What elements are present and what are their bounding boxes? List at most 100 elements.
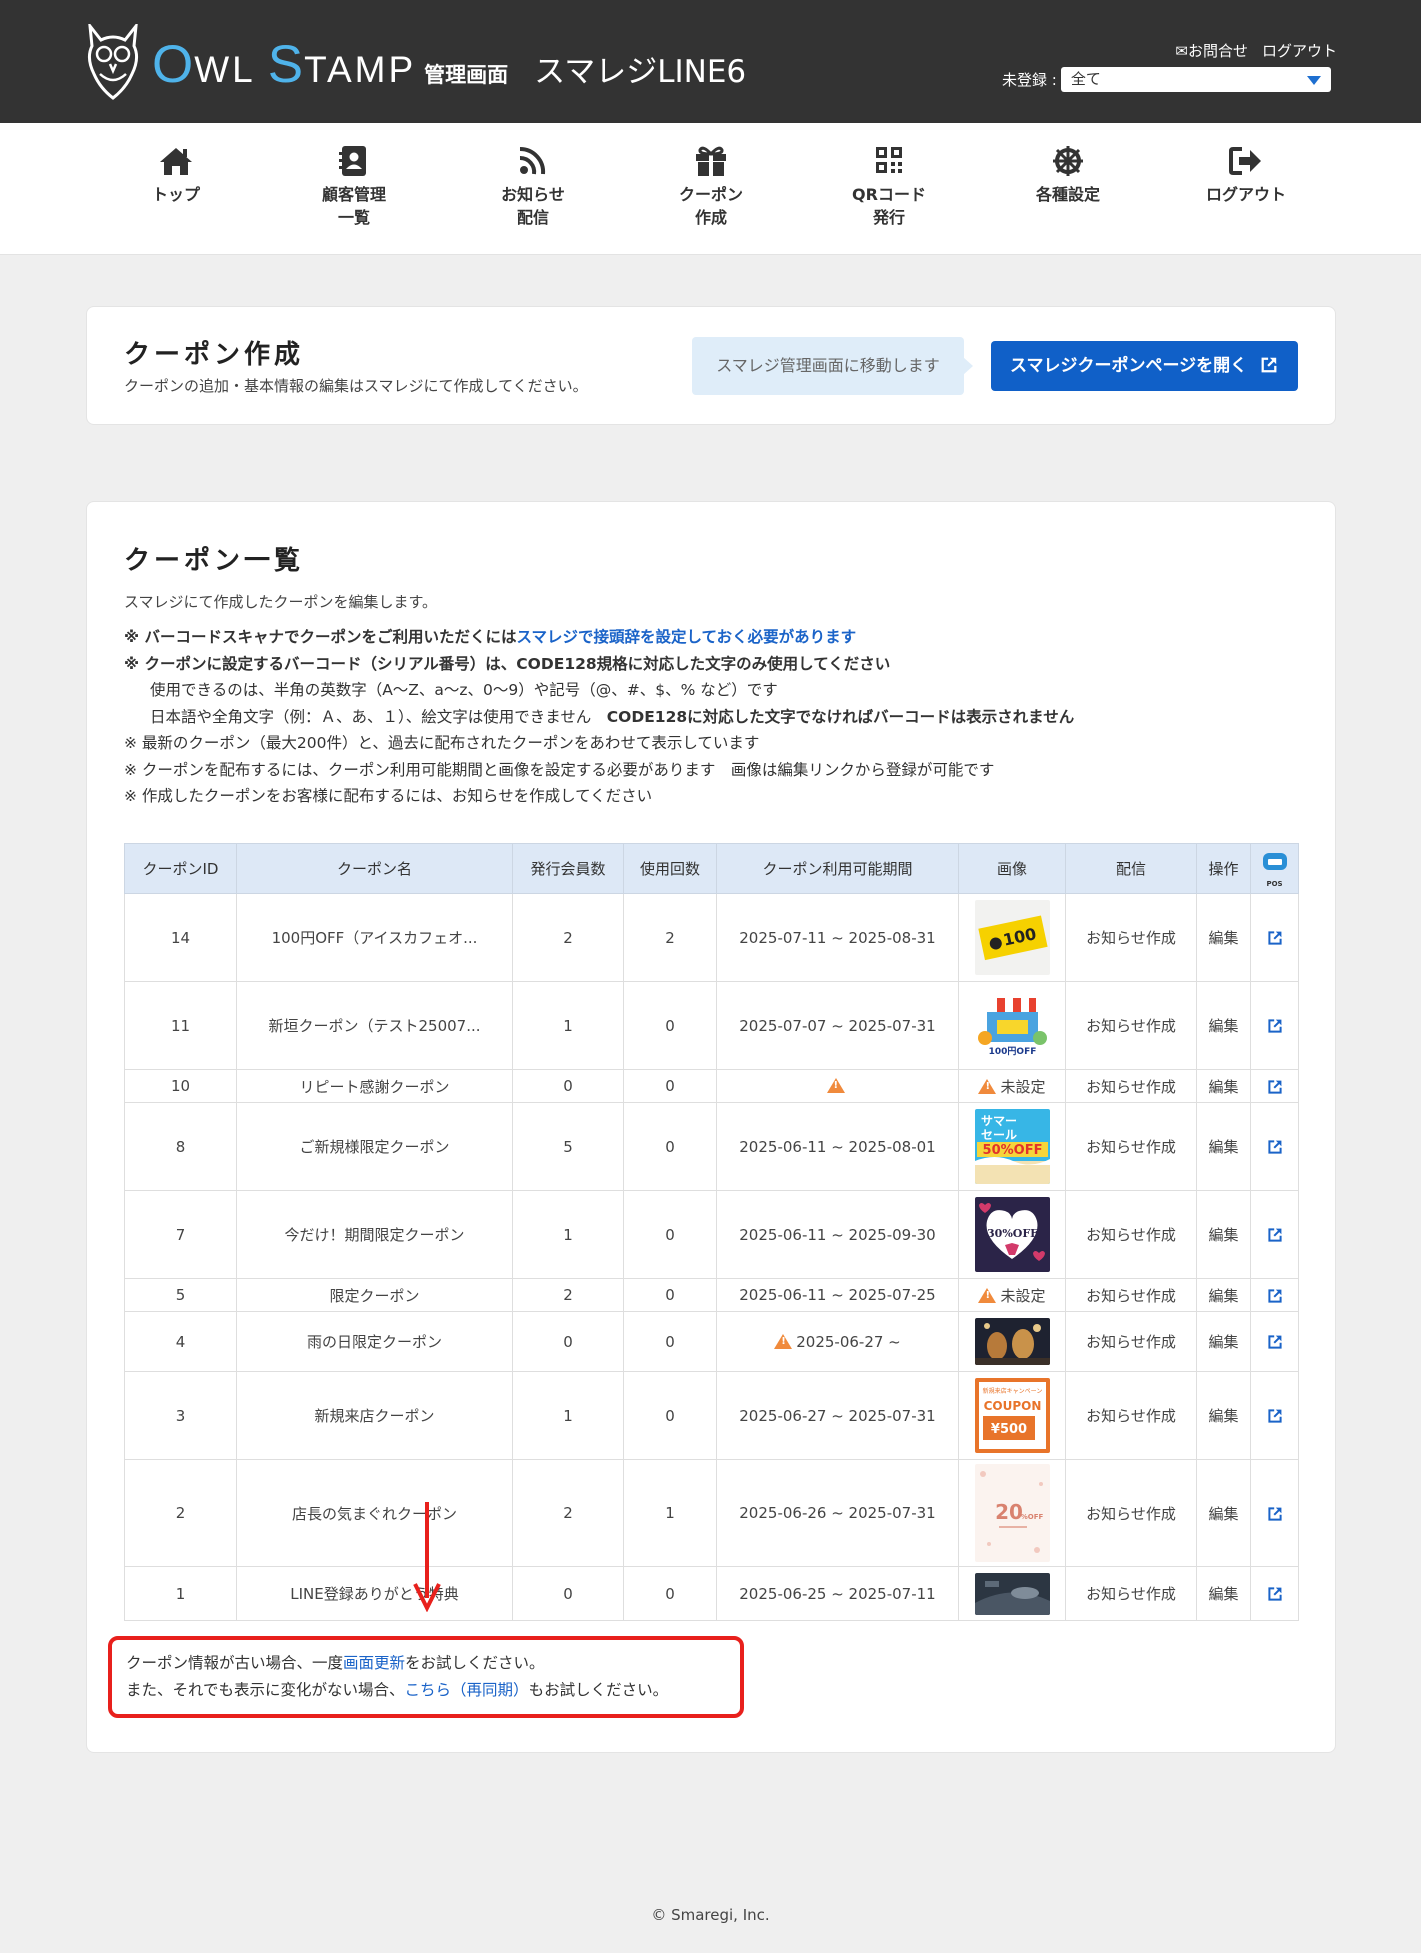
pos-register-icon [1262,853,1287,870]
move-to-smaregi-tip: スマレジ管理画面に移動します [692,337,973,395]
svg-text:50%OFF: 50%OFF [982,1143,1042,1158]
note-line: 日本語や全角文字（例：Ａ、あ、１）、絵文字は使用できません CODE128に対応… [150,707,1075,726]
external-link-icon[interactable] [1267,1227,1283,1243]
external-link-icon[interactable] [1267,1018,1283,1034]
coupon-image-thumbnail[interactable]: 100 [974,900,1050,975]
qr-code-icon [876,147,902,173]
svg-text:100円OFF: 100円OFF [988,1046,1036,1057]
note-line: ※ 最新のクーポン（最大200件）と、過去に配布されたクーポンをあわせて表示して… [124,734,760,752]
create-news-link-disabled: お知らせ作成 [1065,1069,1197,1103]
edit-link[interactable]: 編集 [1196,1311,1251,1372]
image-unset-label: 未設定 [1000,1286,1046,1305]
external-link-icon[interactable] [1267,1586,1283,1602]
table-header-row: クーポンID クーポン名 発行会員数 使用回数 クーポン利用可能期間 画像 配信… [124,843,1299,894]
edit-link[interactable]: 編集 [1196,981,1251,1070]
prefix-setting-link[interactable]: スマレジで接頭辞を設定しておく必要があります [516,628,856,646]
edit-link[interactable]: 編集 [1196,1566,1251,1621]
table-row: 14 100円OFF（アイスカフェオ... 2 2 2025-07-11 ~ 2… [124,893,1299,982]
col-coupon-id: クーポンID [124,843,237,894]
edit-link[interactable]: 編集 [1196,1459,1251,1567]
nav-item-news[interactable]: お知らせ 配信 [453,145,613,229]
table-row: 3 新規来店クーポン 1 0 2025-06-27 ~ 2025-07-31 新… [124,1371,1299,1460]
edit-link[interactable]: 編集 [1196,1190,1251,1279]
edit-link[interactable]: 編集 [1196,1371,1251,1460]
settings-wheel-icon [1053,146,1083,176]
svg-text:¥500: ¥500 [990,1422,1026,1437]
col-uses: 使用回数 [623,843,717,894]
edit-link[interactable]: 編集 [1196,1102,1251,1191]
external-link-icon [1261,357,1277,373]
nav-item-coupon[interactable]: クーポン 作成 [631,145,791,229]
coupon-image-thumbnail[interactable]: サマー セール 50%OFF [974,1109,1050,1184]
filter-label: 未登録 : [1002,71,1057,89]
owl-logo-icon [87,24,139,100]
coupon-image-thumbnail[interactable] [974,1318,1050,1365]
create-news-link[interactable]: お知らせ作成 [1065,981,1197,1070]
col-members: 発行会員数 [512,843,624,894]
coupon-list-title: クーポン一覧 [124,546,305,576]
nav-item-customers[interactable]: 顧客管理 一覧 [274,145,434,229]
create-news-link[interactable]: お知らせ作成 [1065,1459,1197,1567]
nav-item-qr[interactable]: QRコード 発行 [809,145,969,229]
create-news-link[interactable]: お知らせ作成 [1065,1566,1197,1621]
external-link-icon[interactable] [1267,1288,1283,1304]
note-line: ※ バーコードスキャナでクーポンをご利用いただくにはスマレジで接頭辞を設定してお… [124,628,857,646]
open-smaregi-coupon-button[interactable]: スマレジクーポンページを開く [991,341,1298,391]
table-row: 7 今だけ！期間限定クーポン 1 0 2025-06-11 ~ 2025-09-… [124,1190,1299,1279]
table-row: 5 限定クーポン 2 0 2025-06-11 ~ 2025-07-25 未設定… [124,1278,1299,1312]
external-link-icon[interactable] [1267,1334,1283,1350]
col-coupon-name: クーポン名 [236,843,513,894]
external-link-icon[interactable] [1267,930,1283,946]
nav-item-logout[interactable]: ログアウト [1166,145,1326,206]
top-logout-link[interactable]: ログアウト [1262,40,1337,61]
warning-icon [774,1333,793,1349]
table-row: 4 雨の日限定クーポン 0 0 2025-06-27 ~ お知らせ作成 編集 [124,1311,1299,1372]
col-image: 画像 [958,843,1066,894]
svg-text:COUPON: COUPON [983,1399,1041,1413]
col-pos: POS [1250,843,1299,894]
nav-item-settings[interactable]: 各種設定 [988,145,1148,206]
create-news-link[interactable]: お知らせ作成 [1065,1371,1197,1460]
external-link-icon[interactable] [1267,1408,1283,1424]
chevron-down-icon [1306,76,1321,85]
refresh-screen-link[interactable]: 画面更新 [343,1654,405,1672]
edit-link[interactable]: 編集 [1196,1278,1251,1312]
coupon-image-thumbnail[interactable]: 30%OFF [974,1197,1050,1272]
create-news-link[interactable]: お知らせ作成 [1065,893,1197,982]
edit-link[interactable]: 編集 [1196,1069,1251,1103]
resync-link[interactable]: こちら（再同期） [405,1681,529,1699]
coupon-image-thumbnail[interactable]: 100円OFF [974,988,1050,1063]
filter-select[interactable]: 全て [1060,67,1331,92]
top-links: ✉お問合せ ログアウト [1175,40,1337,61]
note-line: ※ クーポンに設定するバーコード（シリアル番号）は、CODE128規格に対応した… [124,654,891,673]
external-link-icon[interactable] [1267,1139,1283,1155]
edit-link[interactable]: 編集 [1196,893,1251,982]
nav-item-top[interactable]: トップ [96,145,256,206]
svg-text:セール: セール [981,1128,1017,1142]
coupon-create-title: クーポン作成 [124,340,305,370]
store-name: スマレジLINE6 [534,54,747,90]
external-link-icon[interactable] [1267,1506,1283,1522]
sign-out-icon [1229,147,1261,175]
create-news-link[interactable]: お知らせ作成 [1065,1190,1197,1279]
svg-text:30%OFF: 30%OFF [987,1227,1038,1240]
table-row: 11 新垣クーポン（テスト25007... 1 0 2025-07-07 ~ 2… [124,981,1299,1070]
coupon-image-thumbnail[interactable]: 20 %OFF [974,1464,1050,1562]
col-operation: 操作 [1196,843,1251,894]
col-period: クーポン利用可能期間 [716,843,959,894]
contact-book-icon [339,146,366,176]
brand-subtitle: 管理画面 [424,63,509,87]
image-unset-label: 未設定 [1000,1077,1046,1096]
coupon-image-thumbnail[interactable] [974,1572,1050,1615]
coupon-table: クーポンID クーポン名 発行会員数 使用回数 クーポン利用可能期間 画像 配信… [124,843,1299,1621]
footer-copyright: © Smaregi, Inc. [651,1906,770,1924]
warning-icon [826,1078,845,1093]
svg-text:20: 20 [995,1500,1023,1524]
brand-title: O WL S TAMP 管理画面 スマレジLINE6 [152,35,747,94]
coupon-image-thumbnail[interactable]: 新規来店キャンペーン COUPON ¥500 [974,1378,1050,1453]
create-news-link[interactable]: お知らせ作成 [1065,1102,1197,1191]
unregistered-filter: 未登録 : 全て [1002,67,1331,92]
contact-link[interactable]: ✉お問合せ [1175,40,1248,61]
refresh-notice: クーポン情報が古い場合、一度画面更新をお試しください。 また、それでも表示に変化… [126,1654,669,1699]
external-link-icon[interactable] [1267,1079,1283,1095]
